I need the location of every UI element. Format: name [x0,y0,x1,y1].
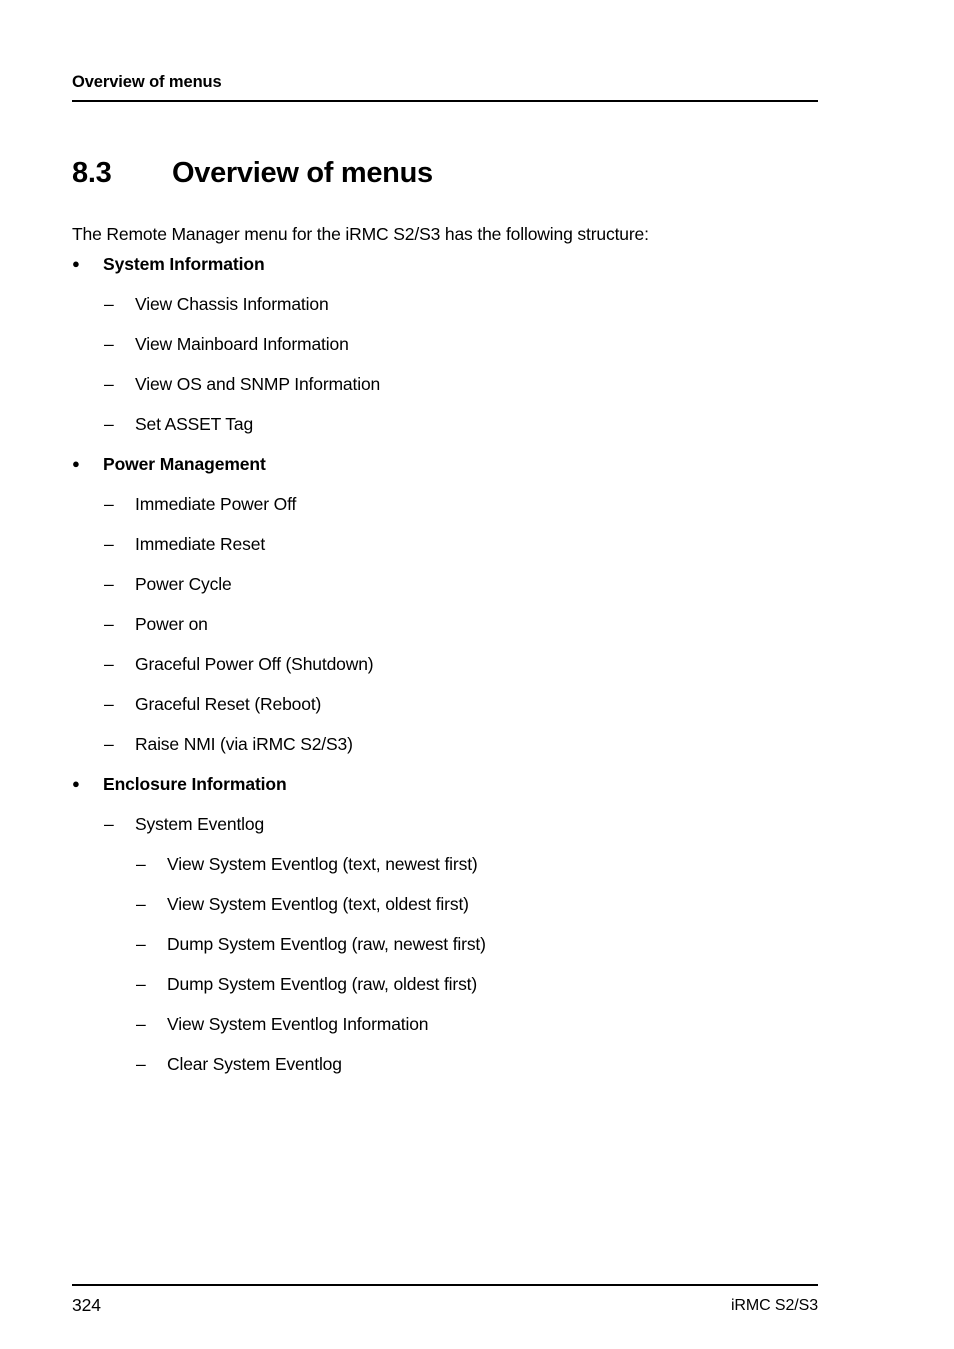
menu-item-level-2: – Graceful Reset (Reboot) [0,684,954,724]
dash-icon: – [136,1054,146,1074]
intro-paragraph: The Remote Manager menu for the iRMC S2/… [72,223,649,244]
menu-item-label: Power Management [103,454,266,474]
menu-item-level-3: – Dump System Eventlog (raw, oldest first… [0,964,954,1004]
menu-item-level-1: ● Power Management [0,444,954,484]
menu-item-level-2: – Power on [0,604,954,644]
menu-item-level-2: – System Eventlog [0,804,954,844]
bullet-icon: ● [72,776,80,791]
menu-item-label: View Chassis Information [135,294,329,314]
menu-item-label: System Eventlog [135,814,265,834]
dash-icon: – [104,534,114,554]
menu-item-level-2: – View Mainboard Information [0,324,954,364]
menu-item-label: Power on [135,614,208,634]
menu-item-label: View System Eventlog (text, oldest first… [167,894,469,914]
dash-icon: – [104,574,114,594]
menu-item-label: View OS and SNMP Information [135,374,381,394]
menu-item-level-3: – Dump System Eventlog (raw, newest first… [0,924,954,964]
section-title-text: Overview of menus [172,157,433,190]
dash-icon: – [136,894,146,914]
document-page: Overview of menus 8.3 Overview of menus T… [0,0,954,1349]
menu-item-level-2: – Raise NMI (via iRMC S2/S3) [0,724,954,764]
menu-item-label: Set ASSET Tag [135,414,254,434]
menu-item-level-3: – View System Eventlog (text, oldest firs… [0,884,954,924]
menu-item-label: Dump System Eventlog (raw, newest first) [167,934,486,954]
dash-icon: – [104,654,114,674]
menu-item-level-3: – View System Eventlog Information [0,1004,954,1044]
menu-item-label: View System Eventlog (text, newest first… [167,854,478,874]
bullet-icon: ● [72,456,80,471]
dash-icon: – [136,934,146,954]
dash-icon: – [104,294,114,314]
dash-icon: – [104,734,114,754]
menu-item-label: View System Eventlog Information [167,1014,429,1034]
menu-item-label: Immediate Reset [135,534,266,554]
page-title: 8.3 Overview of menus [72,155,832,191]
header-divider [72,100,818,102]
menu-item-level-3: – Clear System Eventlog [0,1044,954,1084]
dash-icon: – [104,334,114,354]
menu-item-level-3: – View System Eventlog (text, newest firs… [0,844,954,884]
menu-item-level-2: – Immediate Reset [0,524,954,564]
running-header: Overview of menus [72,73,222,91]
menu-item-label: Graceful Reset (Reboot) [135,694,322,714]
section-number: 8.3 [72,157,112,190]
menu-item-level-2: – View Chassis Information [0,284,954,324]
dash-icon: – [104,494,114,514]
menu-item-level-1: ● Enclosure Information [0,764,954,804]
dash-icon: – [104,414,114,434]
dash-icon: – [104,814,114,834]
menu-item-label: Dump System Eventlog (raw, oldest first) [167,974,478,994]
menu-structure-list: ● System Information – View Chassis Informa… [0,244,954,1084]
menu-item-label: View Mainboard Information [135,334,349,354]
menu-item-level-1: ● System Information [0,244,954,284]
menu-item-label: Enclosure Information [103,774,287,794]
menu-item-level-2: – Graceful Power Off (Shutdown) [0,644,954,684]
footer-divider [72,1284,818,1286]
dash-icon: – [136,1014,146,1034]
dash-icon: – [136,974,146,994]
menu-item-label: Power Cycle [135,574,232,594]
menu-item-label: System Information [103,254,265,274]
menu-item-level-2: – View OS and SNMP Information [0,364,954,404]
menu-item-level-2: – Set ASSET Tag [0,404,954,444]
menu-item-label: Raise NMI (via iRMC S2/S3) [135,734,353,754]
menu-item-label: Immediate Power Off [135,494,297,514]
dash-icon: – [104,614,114,634]
menu-item-level-2: – Immediate Power Off [0,484,954,524]
bullet-icon: ● [72,256,80,271]
menu-item-label: Clear System Eventlog [167,1054,342,1074]
dash-icon: – [104,694,114,714]
dash-icon: – [136,854,146,874]
dash-icon: – [104,374,114,394]
menu-item-label: Graceful Power Off (Shutdown) [135,654,374,674]
menu-item-level-2: – Power Cycle [0,564,954,604]
footer-product-name: iRMC S2/S3 [730,1297,818,1314]
